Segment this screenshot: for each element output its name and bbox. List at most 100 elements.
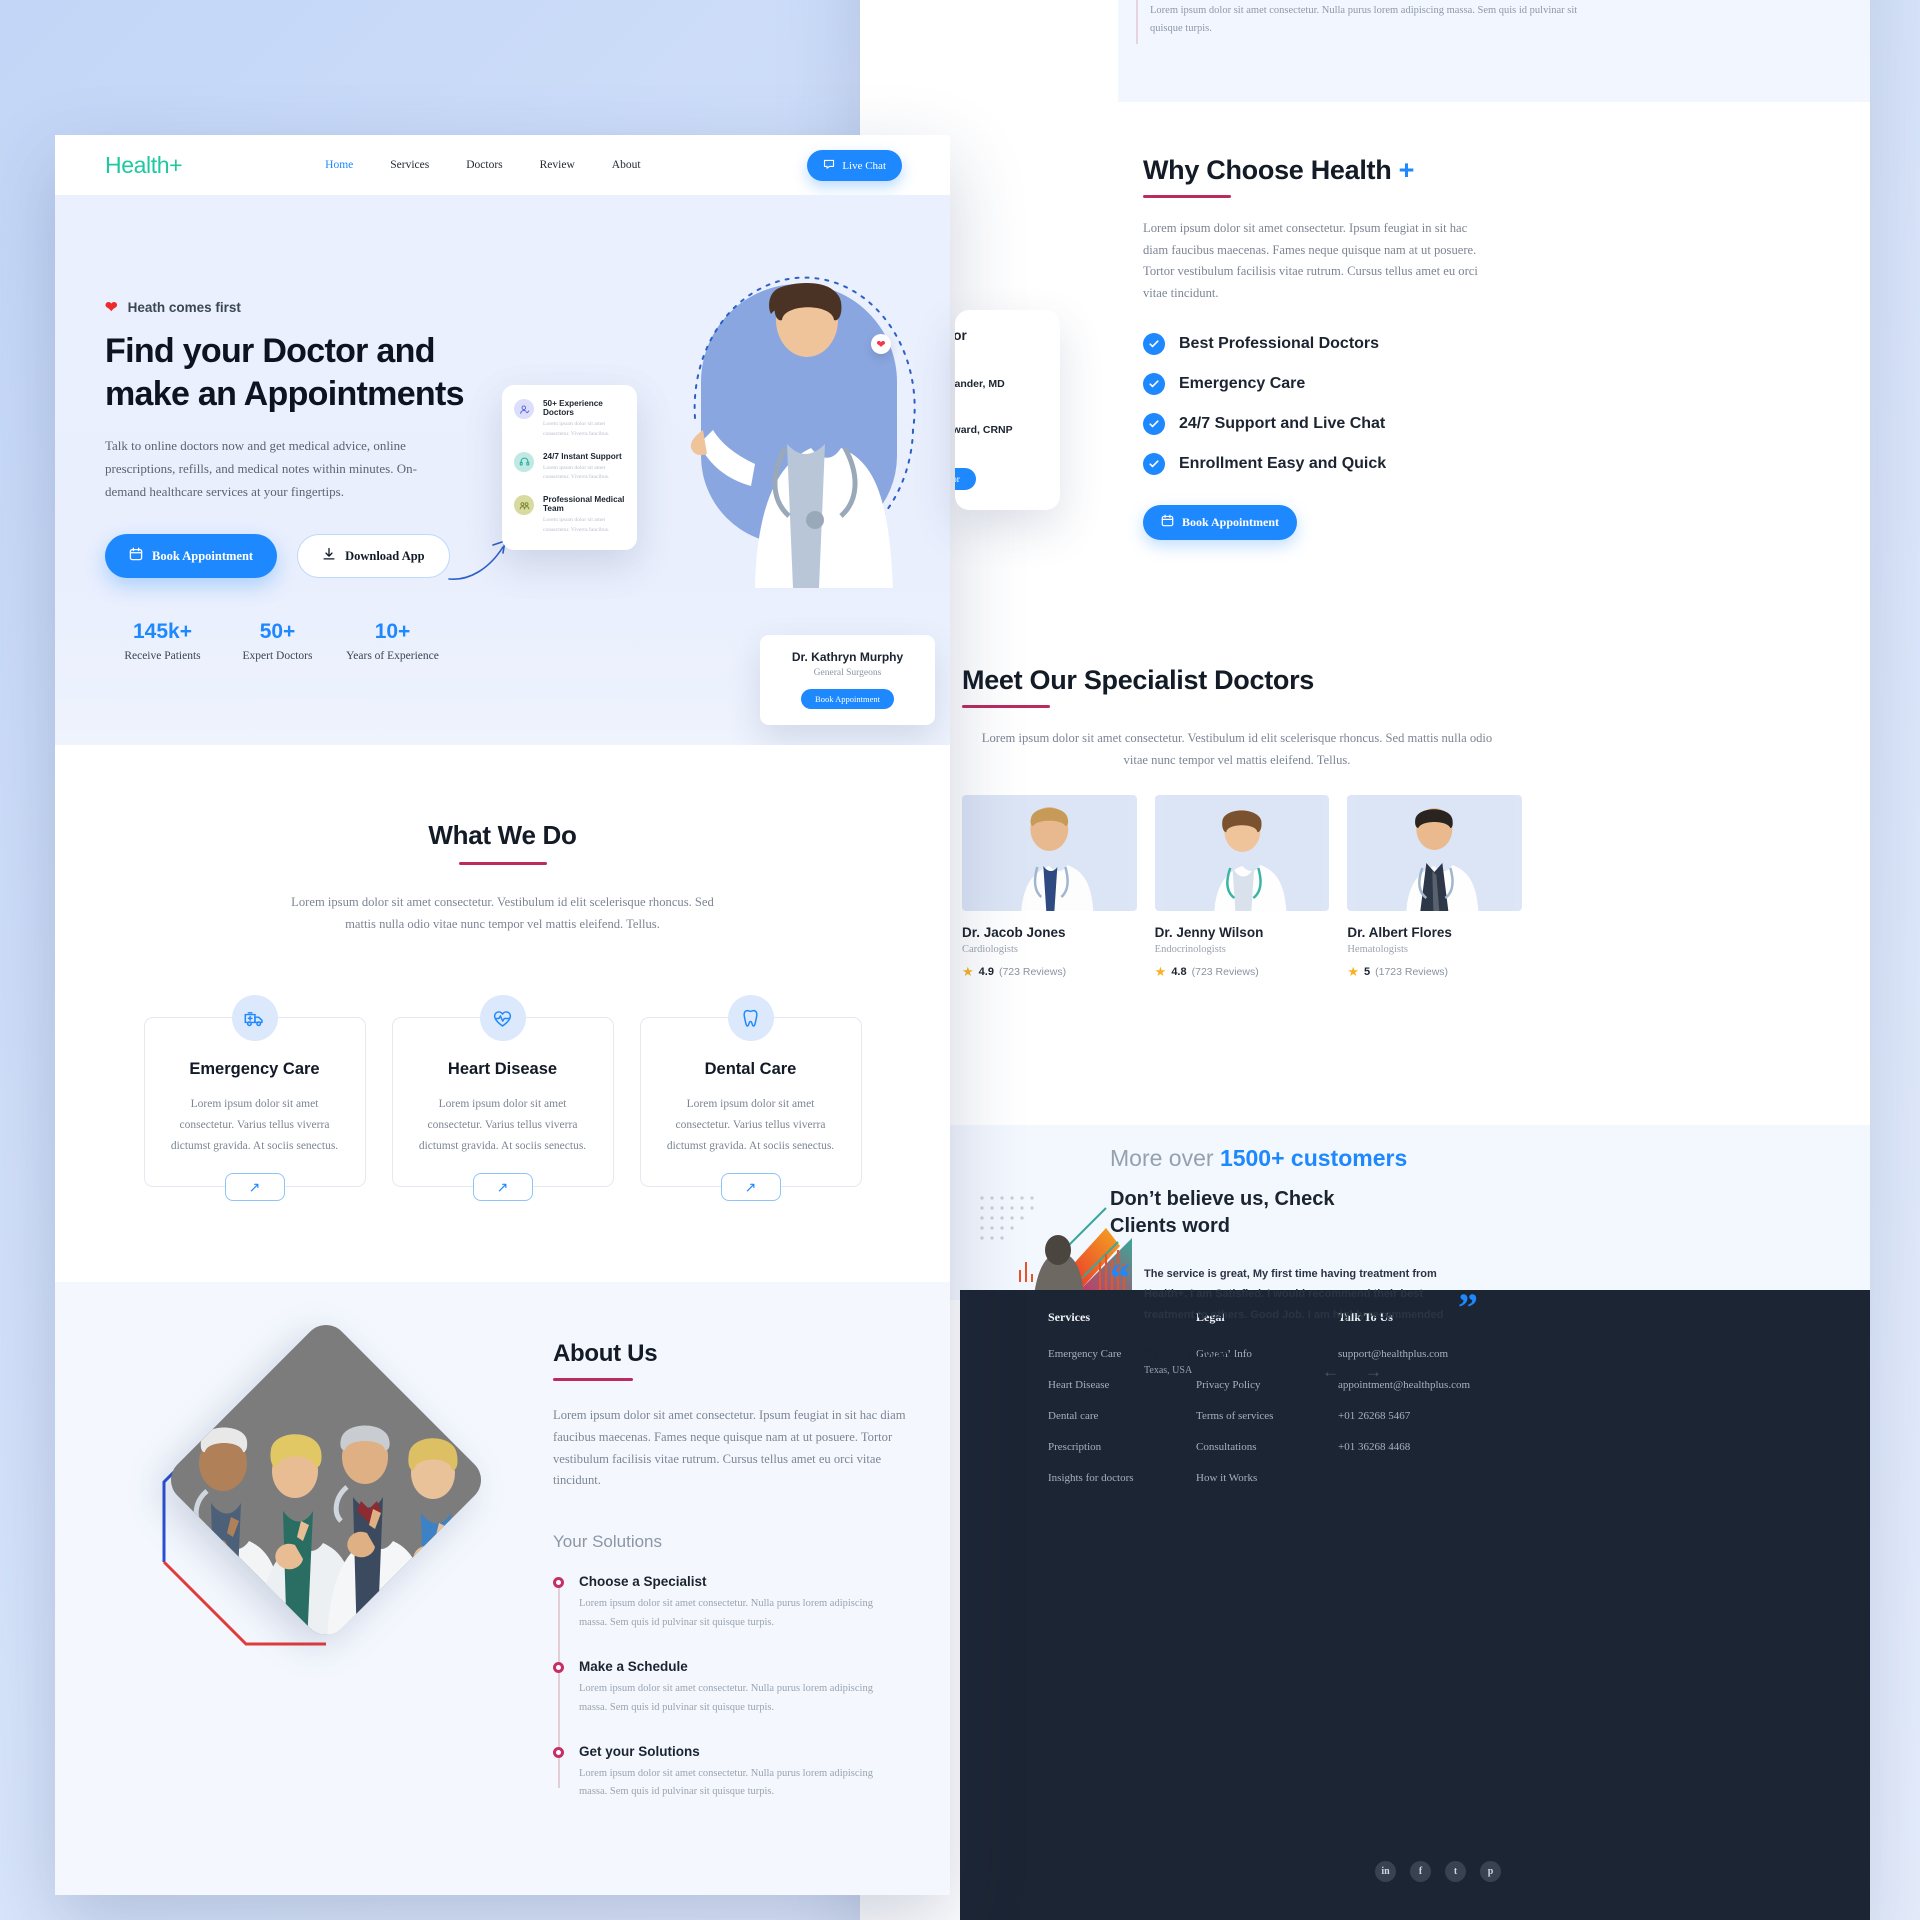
what-we-do-subtitle: Lorem ipsum dolor sit amet consectetur. … xyxy=(291,895,714,931)
stat-value: 10+ xyxy=(374,620,411,644)
footer-link[interactable]: Dental care xyxy=(1048,1410,1196,1422)
find-doctor-button[interactable]: Find Doctor xyxy=(955,468,976,490)
service-card-arrow-button[interactable]: ↗ xyxy=(224,1173,285,1202)
check-circle-icon xyxy=(1143,332,1165,355)
logo[interactable]: Health+ xyxy=(105,151,183,179)
testimonial-quote: The service is great, My first time havi… xyxy=(1144,1268,1444,1321)
service-card-body: Lorem ipsum dolor sit amet consectetur. … xyxy=(666,1098,835,1152)
service-card-arrow-button[interactable]: ↗ xyxy=(472,1173,533,1202)
stat-item: 145k+ Receive Patients xyxy=(105,620,220,662)
testimonial-section: More over 1500+ customers Don’t believe … xyxy=(1110,1145,1510,1381)
footer-contact-phone[interactable]: +01 36268 4468 xyxy=(1338,1441,1688,1453)
quote-open-icon: “ xyxy=(1110,1255,1130,1300)
why-choose-title-text: Why Choose Health xyxy=(1143,155,1392,185)
why-book-appointment-button[interactable]: Book Appointment xyxy=(1143,504,1298,540)
nav-link-review[interactable]: Review xyxy=(540,159,575,171)
ambulance-icon xyxy=(231,995,278,1042)
about-section: About Us Lorem ipsum dolor sit amet cons… xyxy=(55,1282,950,1895)
feature-title: 24/7 Instant Support xyxy=(543,451,622,461)
download-app-button[interactable]: Download App xyxy=(297,534,450,579)
book-appointment-button[interactable]: Book Appointment xyxy=(105,534,278,579)
footer-link[interactable]: Privacy Policy xyxy=(1196,1379,1338,1391)
footer-link[interactable]: Insights for doctors xyxy=(1048,1472,1196,1484)
logo-text: Health xyxy=(105,151,170,178)
nav-link-services[interactable]: Services xyxy=(390,159,429,171)
nav-link-doctors[interactable]: Doctors xyxy=(466,159,502,171)
what-we-do-section: What We Do Lorem ipsum dolor sit amet co… xyxy=(55,745,950,1202)
solution-title: Get your Solutions xyxy=(579,1743,700,1759)
solutions-list: Choose a Specialist Lorem ipsum dolor si… xyxy=(553,1574,923,1802)
feature-body: Lorem ipsum dolor sit amet consectetur. … xyxy=(543,517,610,533)
solution-body: Lorem ipsum dolor sit amet consectetur. … xyxy=(579,1598,873,1628)
star-icon: ★ xyxy=(1347,964,1359,979)
solution-dot-icon xyxy=(553,1661,564,1673)
service-card: Dental Care Lorem ipsum dolor sit amet c… xyxy=(639,995,862,1202)
hero-doctor-card: Dr. Kathryn Murphy General Surgeons Book… xyxy=(760,635,935,725)
doctor-card[interactable]: Dr. Albert Flores Hematologists ★ 5 (172… xyxy=(1347,795,1522,980)
linkedin-icon[interactable]: in xyxy=(1375,1861,1396,1882)
doctor-rating: ★ 4.9 (723 Reviews) xyxy=(962,964,1137,980)
hero-title-line2: make an Appointments xyxy=(105,374,465,413)
check-label: Emergency Care xyxy=(1179,374,1306,392)
service-card-title: Dental Care xyxy=(704,1060,797,1079)
footer-contact-email[interactable]: appointment@healthplus.com xyxy=(1338,1379,1688,1391)
check-item: Emergency Care xyxy=(1143,372,1533,395)
why-choose-checklist: Best Professional Doctors Emergency Care… xyxy=(1143,332,1533,475)
twitter-icon[interactable]: t xyxy=(1445,1861,1466,1882)
hero-doctor-book-button[interactable]: Book Appointment xyxy=(801,689,894,709)
about-copy: About Us Lorem ipsum dolor sit amet cons… xyxy=(553,1340,923,1828)
hero-paragraph: Talk to online doctors now and get medic… xyxy=(105,438,417,499)
nav-link-home[interactable]: Home xyxy=(325,159,353,171)
feature-body: Lorem ipsum dolor sit amet consectetur. … xyxy=(543,421,610,437)
why-book-appointment-label: Book Appointment xyxy=(1182,514,1280,529)
about-title: About Us xyxy=(553,1340,658,1368)
hero-stats: 145k+ Receive Patients 50+ Expert Doctor… xyxy=(105,620,525,662)
primary-page-mockup: Health+ Home Services Doctors Review Abo… xyxy=(55,135,950,1895)
solution-body: Lorem ipsum dolor sit amet consectetur. … xyxy=(579,1682,873,1713)
pinterest-icon[interactable]: p xyxy=(1480,1861,1501,1882)
hero-doctor-photo: ❤ xyxy=(667,258,933,588)
solutions-rail xyxy=(1136,0,1138,44)
why-choose-underline xyxy=(1143,195,1231,198)
live-chat-button[interactable]: Live Chat xyxy=(807,150,902,181)
why-choose-plus: + xyxy=(1398,155,1415,185)
testimonial-body-row: “ The service is great, My first time ha… xyxy=(1110,1255,1510,1381)
doctor-card[interactable]: Dr. Jenny Wilson Endocrinologists ★ 4.8 … xyxy=(1154,795,1330,980)
download-icon xyxy=(322,547,336,565)
testimonial-arrows: ← → xyxy=(1322,1362,1382,1382)
testimonial-headline-line1: Don’t believe us, Check xyxy=(1110,1188,1335,1210)
check-label: Enrollment Easy and Quick xyxy=(1179,454,1387,472)
hero-title: Find your Doctor and make an Appointment… xyxy=(105,330,525,415)
next-arrow-icon[interactable]: → xyxy=(1365,1362,1382,1382)
footer-link[interactable]: Heart Disease xyxy=(1048,1379,1196,1391)
feature-title: 50+ Experience Doctors xyxy=(543,399,603,417)
facebook-icon[interactable]: f xyxy=(1410,1861,1431,1882)
doctor-reviews-count: (1723 Reviews) xyxy=(1375,966,1449,978)
doctor-reviews-count: (723 Reviews) xyxy=(998,966,1067,978)
footer: Services Emergency Care Heart Disease De… xyxy=(960,1290,1870,1920)
service-card-body: Lorem ipsum dolor sit amet consectetur. … xyxy=(170,1098,339,1152)
solution-dot-icon xyxy=(553,1746,564,1758)
nav-links: Home Services Doctors Review About xyxy=(325,159,640,171)
hero-eyebrow-label: Heath comes first xyxy=(127,299,241,315)
service-card-arrow-button[interactable]: ↗ xyxy=(720,1173,781,1202)
nav-link-about[interactable]: About xyxy=(612,159,641,171)
footer-link[interactable]: Consultations xyxy=(1196,1441,1338,1453)
footer-link[interactable]: Terms of services xyxy=(1196,1410,1338,1422)
hero-eyebrow: ❤ Heath comes first xyxy=(105,298,525,316)
what-we-do-title: What We Do xyxy=(428,820,577,850)
doctor-card[interactable]: Dr. Jacob Jones Cardiologists ★ 4.9 (723… xyxy=(962,795,1137,980)
heart-icon: ❤ xyxy=(105,299,118,316)
footer-link[interactable]: Prescription xyxy=(1048,1441,1196,1453)
more-over-prefix: More over xyxy=(1110,1145,1220,1171)
feature-body: Lorem ipsum dolor sit amet consectetur. … xyxy=(543,464,610,481)
stat-label: Years of Experience xyxy=(346,650,439,663)
prev-arrow-icon[interactable]: ← xyxy=(1322,1362,1339,1382)
meet-doctors-underline xyxy=(962,705,1050,708)
footer-contact-phone[interactable]: +01 26268 5467 xyxy=(1338,1410,1688,1422)
check-circle-icon xyxy=(1143,452,1165,475)
book-appointment-label: Book Appointment xyxy=(152,548,254,563)
footer-link[interactable]: How it Works xyxy=(1196,1472,1338,1484)
hero-copy: ❤ Heath comes first Find your Doctor and… xyxy=(105,298,525,662)
service-card: Emergency Care Lorem ipsum dolor sit ame… xyxy=(143,995,366,1202)
